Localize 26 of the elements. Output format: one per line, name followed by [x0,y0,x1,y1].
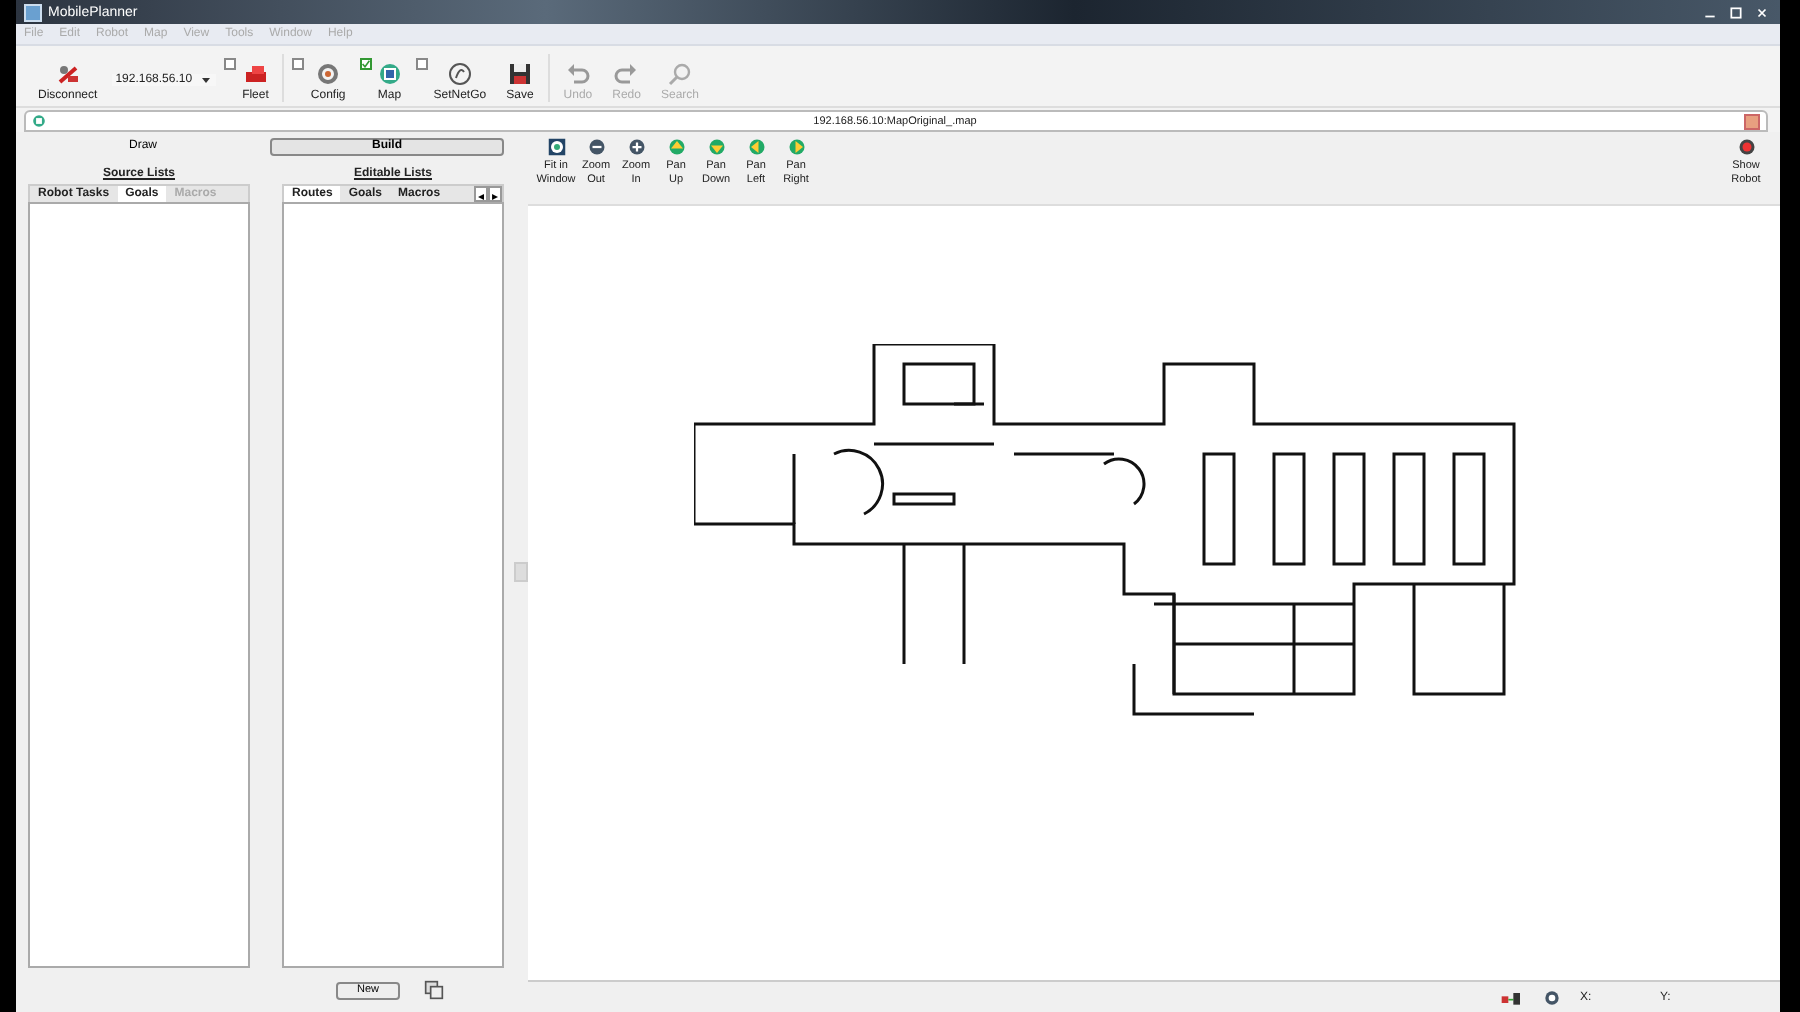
maximize-icon[interactable] [1726,5,1746,19]
robot-icon [1737,138,1755,156]
map-icon [377,62,402,86]
redo-icon [614,62,639,86]
fit-window-icon [547,138,565,156]
checkbox[interactable] [359,58,372,70]
copy-icon[interactable] [424,980,444,1000]
magnifier-icon [587,138,605,156]
map-icon [32,114,46,128]
magnifier-icon [627,138,645,156]
list-box[interactable] [28,202,250,968]
map-canvas[interactable] [528,206,1780,980]
checkbox[interactable] [415,58,428,70]
splitter-handle[interactable] [513,562,527,582]
checkbox[interactable] [224,58,237,70]
search-icon [667,62,692,86]
disconnect-icon [55,62,80,86]
list-box[interactable] [282,202,504,968]
dropdown-caret-icon [200,74,213,86]
close-tab-icon[interactable] [1744,113,1760,129]
checkbox[interactable] [292,58,305,70]
save-icon [507,62,532,86]
close-icon[interactable] [1752,5,1772,19]
undo-icon [565,62,590,86]
connection-icon [1496,987,1524,1007]
target-icon [1544,989,1560,1005]
